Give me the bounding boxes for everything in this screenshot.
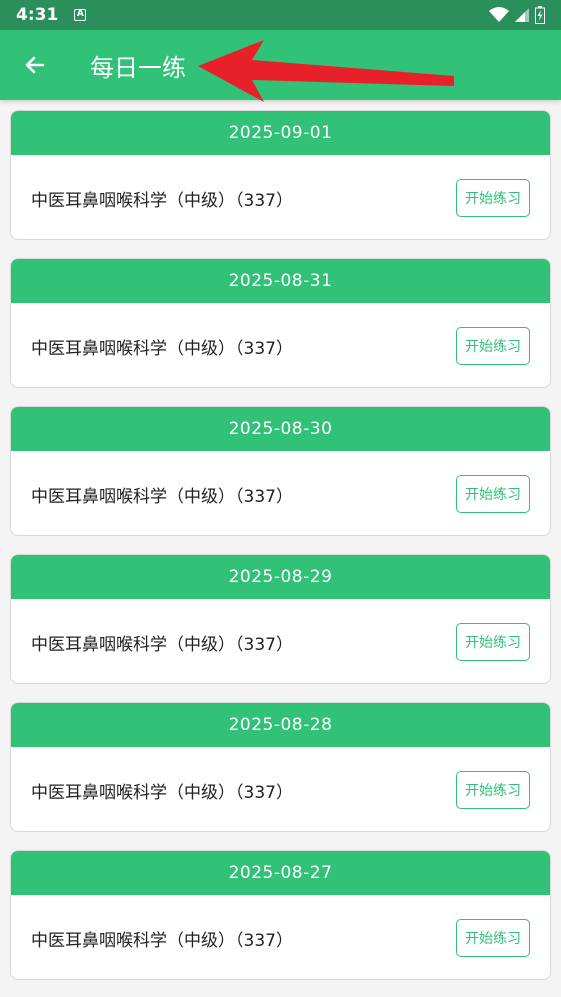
card-body: 中医耳鼻咽喉科学（中级）（337） 开始练习 [11, 303, 550, 387]
notification-icon: A [74, 9, 87, 21]
card-body: 中医耳鼻咽喉科学（中级）（337） 开始练习 [11, 451, 550, 535]
card-subject: 中医耳鼻咽喉科学（中级）（337） [31, 338, 293, 359]
practice-card: 2025-08-29 中医耳鼻咽喉科学（中级）（337） 开始练习 [10, 554, 551, 684]
start-practice-button[interactable]: 开始练习 [456, 919, 530, 957]
card-body: 中医耳鼻咽喉科学（中级）（337） 开始练习 [11, 155, 550, 239]
card-subject: 中医耳鼻咽喉科学（中级）（337） [31, 930, 293, 951]
red-arrow-annotation [198, 40, 454, 102]
practice-card: 2025-09-01 中医耳鼻咽喉科学（中级）（337） 开始练习 [10, 110, 551, 240]
start-practice-button[interactable]: 开始练习 [456, 771, 530, 809]
back-button[interactable] [0, 30, 70, 100]
card-date: 2025-08-30 [11, 407, 550, 451]
status-icons [489, 6, 545, 24]
wifi-icon [489, 7, 509, 22]
practice-card: 2025-08-27 中医耳鼻咽喉科学（中级）（337） 开始练习 [10, 850, 551, 980]
card-date: 2025-08-29 [11, 555, 550, 599]
arrow-left-icon [25, 56, 45, 74]
signal-icon [515, 8, 529, 22]
status-bar: 4:31 A [0, 0, 561, 30]
card-subject: 中医耳鼻咽喉科学（中级）（337） [31, 782, 293, 803]
card-date: 2025-09-01 [11, 111, 550, 155]
card-body: 中医耳鼻咽喉科学（中级）（337） 开始练习 [11, 599, 550, 683]
card-subject: 中医耳鼻咽喉科学（中级）（337） [31, 634, 293, 655]
card-date: 2025-08-28 [11, 703, 550, 747]
card-subject: 中医耳鼻咽喉科学（中级）（337） [31, 486, 293, 507]
status-time: 4:31 [16, 5, 59, 25]
practice-card: 2025-08-28 中医耳鼻咽喉科学（中级）（337） 开始练习 [10, 702, 551, 832]
start-practice-button[interactable]: 开始练习 [456, 327, 530, 365]
card-date: 2025-08-27 [11, 851, 550, 895]
page-title: 每日一练 [90, 53, 186, 82]
start-practice-button[interactable]: 开始练习 [456, 623, 530, 661]
battery-icon [535, 6, 545, 24]
card-body: 中医耳鼻咽喉科学（中级）（337） 开始练习 [11, 747, 550, 831]
start-practice-button[interactable]: 开始练习 [456, 475, 530, 513]
practice-card: 2025-08-31 中医耳鼻咽喉科学（中级）（337） 开始练习 [10, 258, 551, 388]
card-subject: 中医耳鼻咽喉科学（中级）（337） [31, 190, 293, 211]
practice-card: 2025-08-30 中医耳鼻咽喉科学（中级）（337） 开始练习 [10, 406, 551, 536]
start-practice-button[interactable]: 开始练习 [456, 179, 530, 217]
card-body: 中医耳鼻咽喉科学（中级）（337） 开始练习 [11, 895, 550, 979]
card-date: 2025-08-31 [11, 259, 550, 303]
